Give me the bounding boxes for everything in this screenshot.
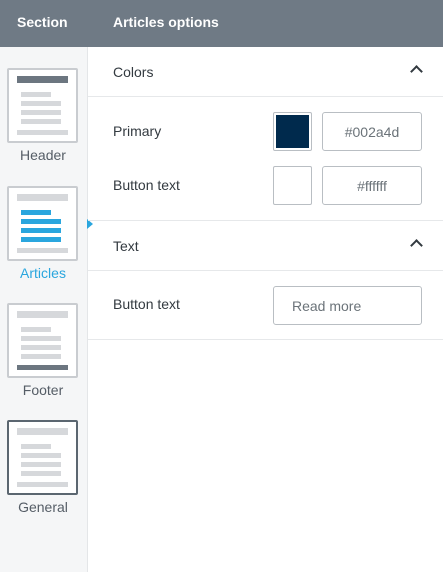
button-text-input[interactable] xyxy=(273,286,422,325)
articles-layout-thumbnail xyxy=(7,186,78,261)
primary-color-swatch[interactable] xyxy=(273,112,312,151)
sidebar-item-footer[interactable]: Footer xyxy=(0,303,86,408)
colors-section-title: Colors xyxy=(113,64,154,80)
options-heading: Articles options xyxy=(113,14,219,30)
sidebar-item-general[interactable]: General xyxy=(0,420,86,525)
button-text-label: Button text xyxy=(113,296,180,312)
sidebar-item-label: Header xyxy=(20,147,66,163)
chevron-up-icon[interactable] xyxy=(410,65,423,78)
sidebar-item-label: General xyxy=(18,499,68,515)
top-bar: Section Articles options xyxy=(0,0,443,47)
general-layout-thumbnail xyxy=(7,420,78,495)
chevron-up-icon[interactable] xyxy=(410,239,423,252)
section-sidebar: Header Articles Footer General xyxy=(0,47,88,572)
primary-color-swatch-fill xyxy=(276,115,309,148)
text-section-header[interactable]: Text xyxy=(88,221,443,271)
button-text-color-swatch[interactable] xyxy=(273,166,312,205)
sidebar-item-header[interactable]: Header xyxy=(0,68,86,173)
button-text-color-swatch-fill xyxy=(276,169,309,202)
section-divider xyxy=(88,339,443,340)
sidebar-item-articles[interactable]: Articles xyxy=(0,186,86,291)
button-text-color-input[interactable] xyxy=(322,166,422,205)
button-text-color-label: Button text xyxy=(113,177,180,193)
section-heading: Section xyxy=(17,14,68,30)
footer-layout-thumbnail xyxy=(7,303,78,378)
sidebar-item-label: Footer xyxy=(22,382,64,398)
primary-color-label: Primary xyxy=(113,123,162,139)
primary-color-input[interactable] xyxy=(322,112,422,151)
header-layout-thumbnail xyxy=(7,68,78,143)
text-section-title: Text xyxy=(113,238,139,254)
sidebar-item-label: Articles xyxy=(20,265,66,281)
colors-section-header[interactable]: Colors xyxy=(88,47,443,97)
